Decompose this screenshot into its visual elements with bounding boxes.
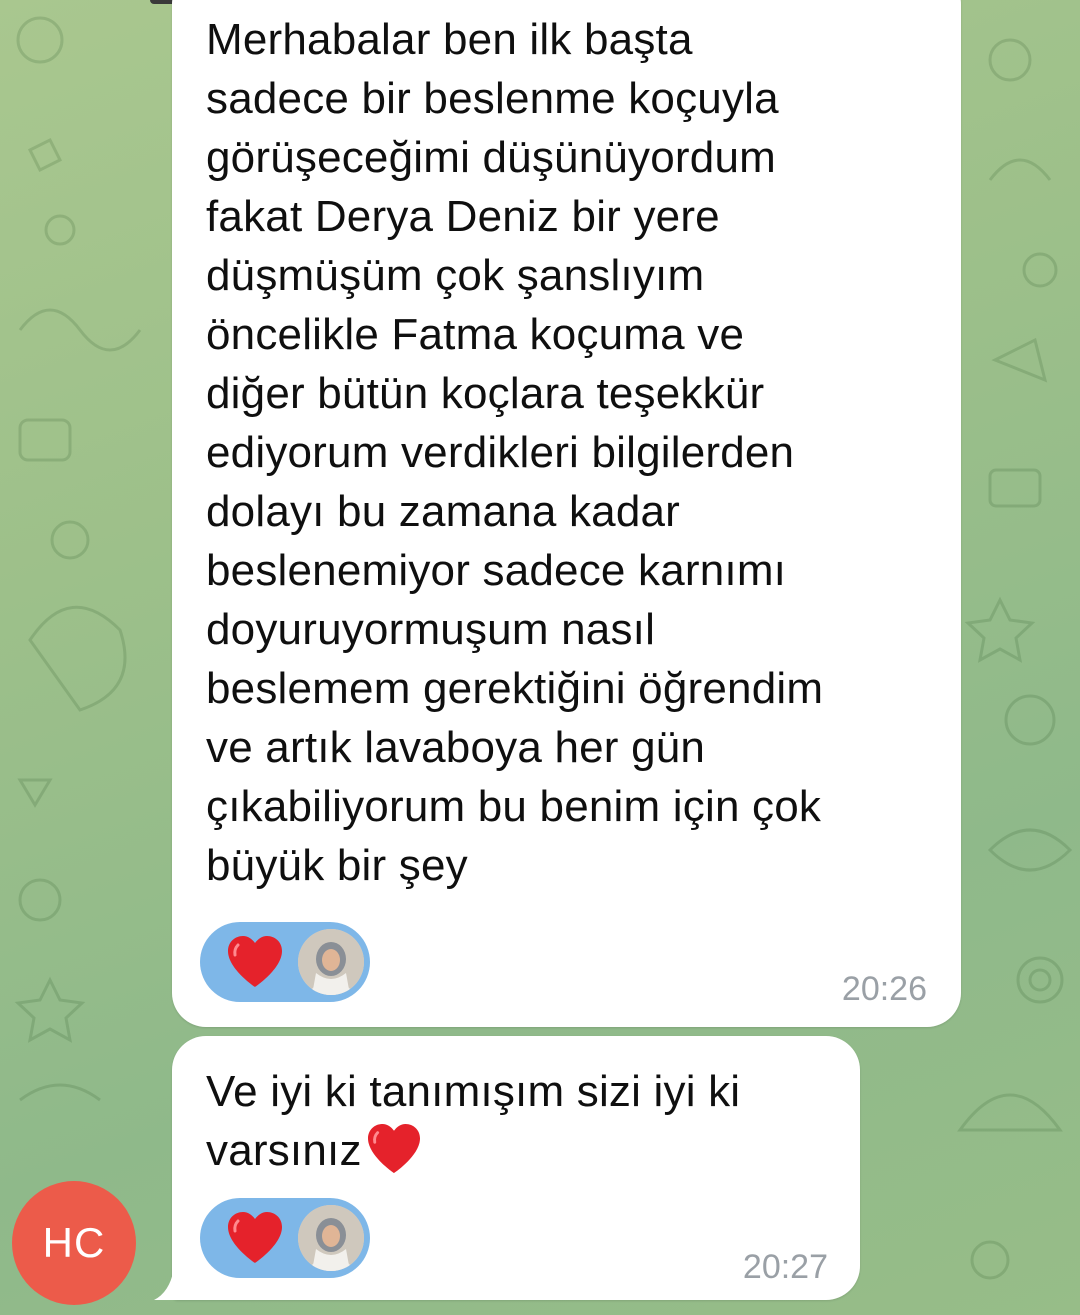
sender-avatar[interactable]: HC: [12, 1181, 136, 1305]
message-text: Ve iyi ki tanımışım sizi iyi ki varsınız: [206, 1062, 840, 1180]
sender-initials: HC: [42, 1219, 106, 1266]
message-bubble[interactable]: Merhabalar ben ilk başta sadece bir besl…: [172, 0, 961, 1027]
message-timestamp: 20:26: [841, 970, 927, 1008]
reaction-pill[interactable]: [200, 922, 370, 1002]
message-timestamp: 20:27: [742, 1248, 828, 1286]
bubble-tail: [154, 1268, 192, 1300]
message-bubble[interactable]: Ve iyi ki tanımışım sizi iyi ki varsınız…: [172, 1036, 860, 1300]
person-photo-icon: [298, 1205, 364, 1271]
reactor-avatar: [298, 1205, 364, 1271]
reactor-avatar: [298, 929, 364, 995]
heart-icon: [228, 936, 282, 987]
heart-icon: [228, 1212, 282, 1263]
reaction-pill[interactable]: [200, 1198, 370, 1278]
person-photo-icon: [298, 929, 364, 995]
message-text: Merhabalar ben ilk başta sadece bir besl…: [206, 15, 824, 890]
heart-icon: [367, 1123, 420, 1174]
message-text-content: Ve iyi ki tanımışım sizi iyi ki varsınız: [206, 1067, 741, 1175]
